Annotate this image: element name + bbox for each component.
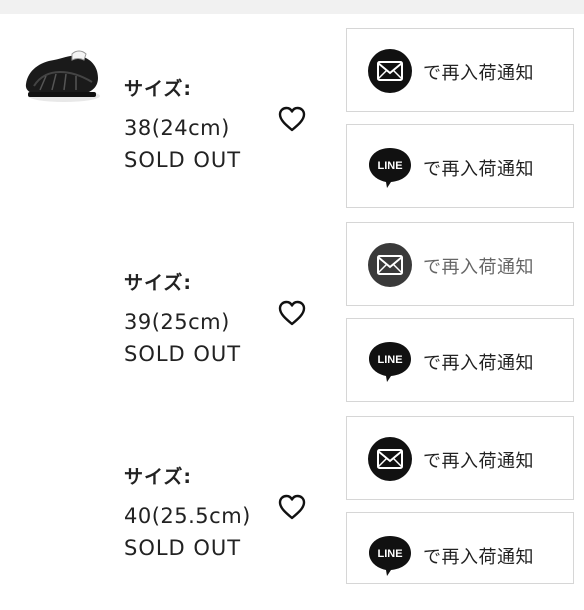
line-logo-icon: LINE [369, 148, 411, 188]
sold-out-status: SOLD OUT [124, 148, 242, 172]
favorite-button[interactable] [274, 490, 310, 524]
line-restock-label: で再入荷通知 [423, 353, 534, 374]
mail-restock-label: で再入荷通知 [423, 257, 534, 278]
mail-restock-notify-button[interactable]: で再入荷通知 [346, 222, 574, 306]
size-variant-row: サイズ: 39(25cm) SOLD OUT で再入荷通知 LINE で再入荷通… [0, 222, 584, 416]
line-logo-icon: LINE [369, 536, 411, 576]
size-label: サイズ: [124, 272, 193, 294]
line-logo-text: LINE [377, 548, 402, 560]
heart-outline-icon [278, 300, 306, 326]
line-restock-label: で再入荷通知 [423, 547, 534, 568]
mail-restock-notify-button[interactable]: で再入荷通知 [346, 416, 574, 500]
size-value: 39(25cm) [124, 310, 230, 334]
envelope-icon [368, 243, 412, 287]
size-value: 40(25.5cm) [124, 504, 251, 528]
top-divider-strip [0, 0, 584, 14]
size-variant-row: サイズ: 38(24cm) SOLD OUT で再入荷通知 LINE で再入荷通… [0, 28, 584, 222]
favorite-button[interactable] [274, 102, 310, 136]
size-label: サイズ: [124, 78, 193, 100]
line-logo-text: LINE [377, 160, 402, 172]
favorite-button[interactable] [274, 296, 310, 330]
product-thumbnail [25, 50, 100, 102]
sold-out-status: SOLD OUT [124, 342, 242, 366]
size-value: 38(24cm) [124, 116, 230, 140]
sold-out-status: SOLD OUT [124, 536, 242, 560]
mail-restock-label: で再入荷通知 [423, 451, 534, 472]
heart-outline-icon [278, 494, 306, 520]
line-restock-label: で再入荷通知 [423, 159, 534, 180]
mail-restock-notify-button[interactable]: で再入荷通知 [346, 28, 574, 112]
envelope-icon [368, 49, 412, 93]
size-label: サイズ: [124, 466, 193, 488]
line-restock-notify-button[interactable]: LINE で再入荷通知 [346, 318, 574, 402]
heart-outline-icon [278, 106, 306, 132]
line-logo-text: LINE [377, 354, 402, 366]
mail-restock-label: で再入荷通知 [423, 63, 534, 84]
line-logo-icon: LINE [369, 342, 411, 382]
line-restock-notify-button[interactable]: LINE で再入荷通知 [346, 124, 574, 208]
line-restock-notify-button[interactable]: LINE で再入荷通知 [346, 512, 574, 584]
envelope-icon [368, 437, 412, 481]
size-variant-row: サイズ: 40(25.5cm) SOLD OUT で再入荷通知 LINE で再入… [0, 416, 584, 610]
